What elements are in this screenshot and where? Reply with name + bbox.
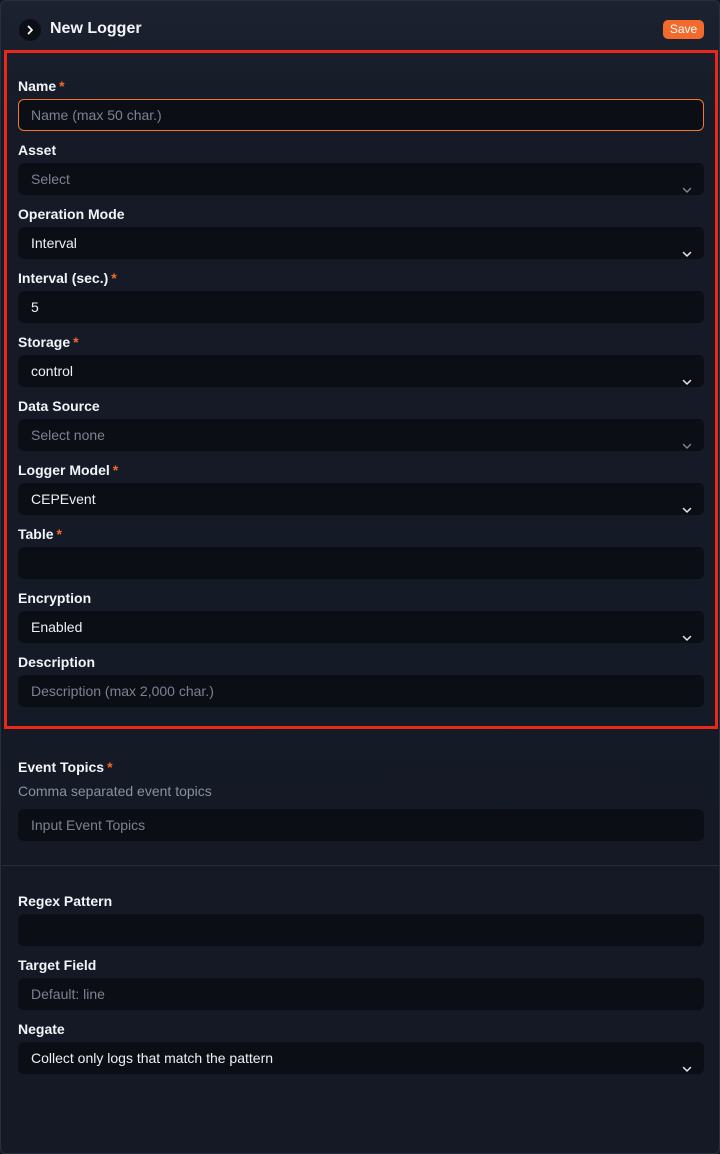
target-field-label: Target Field — [18, 957, 97, 973]
negate-value: Collect only logs that match the pattern — [31, 1050, 274, 1066]
logger-model-value: CEPEvent — [31, 491, 96, 507]
event-topics-helper: Comma separated event topics — [18, 783, 212, 799]
storage-label: Storage * — [18, 334, 79, 350]
chevron-down-icon — [682, 623, 692, 641]
description-placeholder: Description (max 2,000 char.) — [31, 683, 214, 699]
chevron-down-icon — [682, 495, 692, 513]
encryption-label: Encryption — [18, 590, 92, 606]
name-placeholder: Name (max 50 char.) — [31, 107, 162, 123]
logger-panel: New Logger Save Name * Name (max 50 char.… — [0, 0, 720, 1154]
interval-input[interactable]: 5 — [18, 291, 704, 323]
data-source-label: Data Source — [18, 398, 100, 414]
storage-value: control — [31, 363, 74, 379]
page-title: New Logger — [50, 20, 142, 37]
description-input[interactable]: Description (max 2,000 char.) — [18, 675, 704, 707]
save-button[interactable]: Save — [663, 20, 704, 39]
logger-model-select[interactable]: CEPEvent — [18, 483, 704, 515]
operation-mode-value: Interval — [31, 235, 77, 251]
target-field-placeholder: Default: line — [31, 986, 105, 1002]
asset-select[interactable]: Select — [18, 163, 704, 195]
chevron-down-icon — [682, 367, 692, 385]
asset-label: Asset — [18, 142, 57, 158]
regex-pattern-label: Regex Pattern — [18, 893, 113, 909]
negate-label: Negate — [18, 1021, 65, 1037]
panel-header: New Logger Save — [1, 1, 719, 51]
chevron-right-icon — [27, 25, 33, 35]
section-divider — [2, 865, 720, 866]
table-input[interactable] — [18, 547, 704, 579]
event-topics-placeholder: Input Event Topics — [31, 817, 146, 833]
interval-value: 5 — [31, 299, 39, 315]
data-source-placeholder: Select none — [31, 427, 105, 443]
encryption-value: Enabled — [31, 619, 83, 635]
data-source-select[interactable]: Select none — [18, 419, 704, 451]
interval-label: Interval (sec.) * — [18, 270, 117, 286]
regex-pattern-input[interactable] — [18, 914, 704, 946]
chevron-down-icon — [682, 1054, 692, 1072]
logger-model-label: Logger Model * — [18, 462, 119, 478]
chevron-down-icon — [682, 175, 692, 193]
target-field-input[interactable]: Default: line — [18, 978, 704, 1010]
collapse-panel-button[interactable] — [19, 19, 41, 41]
encryption-select[interactable]: Enabled — [18, 611, 704, 643]
description-label: Description — [18, 654, 96, 670]
operation-mode-select[interactable]: Interval — [18, 227, 704, 259]
event-topics-input[interactable]: Input Event Topics — [18, 809, 704, 841]
chevron-down-icon — [682, 239, 692, 257]
event-topics-label: Event Topics * — [18, 759, 113, 775]
negate-select[interactable]: Collect only logs that match the pattern — [18, 1042, 704, 1074]
chevron-down-icon — [682, 431, 692, 449]
asset-placeholder: Select — [31, 171, 70, 187]
table-label: Table * — [18, 526, 62, 542]
name-input[interactable]: Name (max 50 char.) — [18, 99, 704, 131]
operation-mode-label: Operation Mode — [18, 206, 125, 222]
name-label: Name * — [18, 78, 65, 94]
storage-select[interactable]: control — [18, 355, 704, 387]
